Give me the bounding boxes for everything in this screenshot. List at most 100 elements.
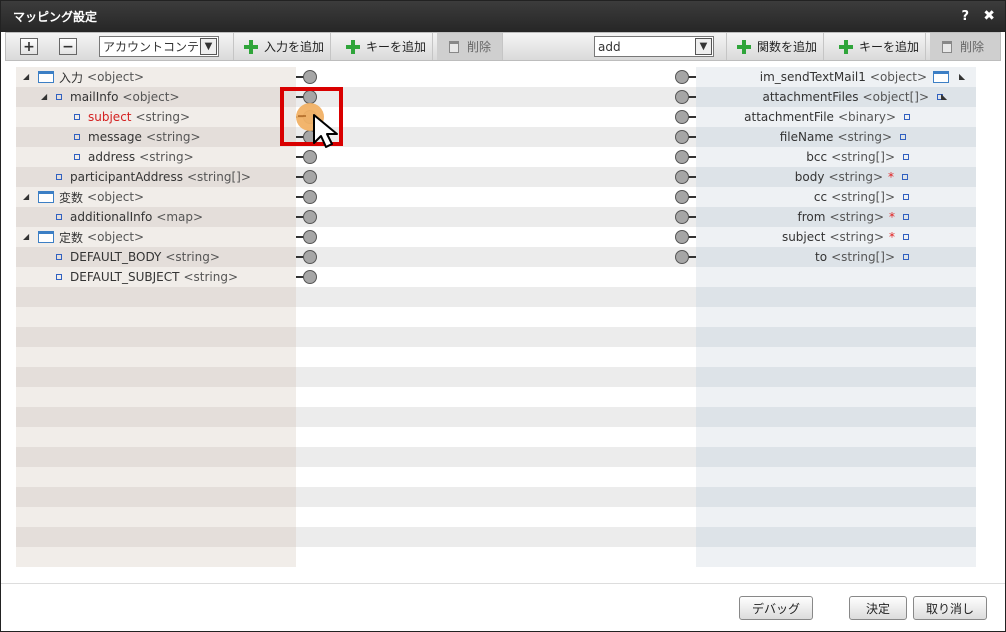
tree-node[interactable]: subject <string> * [782, 227, 909, 247]
tree-node[interactable]: DEFAULT_SUBJECT <string> [56, 267, 238, 287]
add-input-button[interactable]: 入力を追加 [233, 33, 332, 60]
tree-row: ◢ mailInfo <object> [16, 87, 296, 107]
expand-all-button[interactable]: + [20, 38, 38, 55]
mapping-row [296, 347, 696, 367]
mapping-row [296, 267, 696, 287]
input-tree-panel: ◢ 入力 <object> ◢ mailInfo <object> subject <stri… [16, 67, 296, 567]
tree-row: from <string> * [696, 207, 976, 227]
source-connector[interactable] [296, 229, 318, 245]
target-connector[interactable] [674, 109, 696, 125]
plus-icon [839, 39, 853, 54]
tree-node[interactable]: bcc <string[]> [806, 147, 909, 167]
tree-row: participantAddress <string[]> [16, 167, 296, 187]
tree-node[interactable]: DEFAULT_BODY <string> [56, 247, 220, 267]
target-connector[interactable] [674, 129, 696, 145]
folder-icon [38, 191, 54, 203]
source-connector[interactable] [296, 249, 318, 265]
expand-toggle-icon[interactable]: ◣ [941, 92, 947, 101]
expand-toggle-icon[interactable]: ◢ [23, 72, 29, 81]
target-connector[interactable] [674, 89, 696, 105]
tree-node[interactable]: im_sendTextMail1 <object> [760, 67, 949, 87]
tree-row [16, 447, 296, 467]
cancel-button[interactable]: 取り消し [913, 596, 987, 620]
tree-row [16, 307, 296, 327]
tree-node[interactable]: 変数 <object> [38, 187, 144, 207]
mapping-row [296, 447, 696, 467]
tree-node[interactable]: from <string> * [798, 207, 909, 227]
source-connector[interactable] [296, 209, 318, 225]
target-connector[interactable] [674, 229, 696, 245]
target-connector[interactable] [674, 169, 696, 185]
leaf-icon [903, 194, 909, 200]
mapping-row [296, 87, 696, 107]
add-function-label: 関数を追加 [757, 40, 818, 54]
tree-row: message <string> [16, 127, 296, 147]
expand-toggle-icon[interactable]: ◢ [23, 192, 29, 201]
tree-node[interactable]: to <string[]> [815, 247, 909, 267]
target-connector[interactable] [674, 149, 696, 165]
node-name: DEFAULT_SUBJECT [70, 270, 180, 284]
source-connector[interactable] [296, 189, 318, 205]
expand-toggle-icon[interactable]: ◢ [41, 92, 47, 101]
mapping-row [296, 107, 696, 127]
node-type: <string[]> [186, 170, 251, 184]
function-select[interactable]: add ▼ [594, 36, 714, 57]
debug-button[interactable]: デバッグ [739, 596, 813, 620]
tree-node[interactable]: additionalInfo <map> [56, 207, 203, 227]
target-connector[interactable] [674, 249, 696, 265]
target-connector[interactable] [674, 209, 696, 225]
tree-node[interactable]: mailInfo <object> [56, 87, 180, 107]
tree-row [16, 547, 296, 567]
tree-node[interactable]: address <string> [74, 147, 194, 167]
delete-left-button[interactable]: 削除 [437, 33, 503, 60]
add-key-left-button[interactable]: キーを追加 [336, 33, 434, 60]
tree-node[interactable]: participantAddress <string[]> [56, 167, 251, 187]
source-connector[interactable] [296, 169, 318, 185]
node-name: 定数 [59, 230, 84, 245]
add-function-button[interactable]: 関数を追加 [726, 33, 825, 60]
mapping-row [296, 247, 696, 267]
target-connector[interactable] [674, 189, 696, 205]
tree-node[interactable]: 定数 <object> [38, 227, 144, 247]
source-connector[interactable] [296, 269, 318, 285]
tree-row: im_sendTextMail1 <object> ◣ [696, 67, 976, 87]
tree-node[interactable]: message <string> [74, 127, 201, 147]
tree-node[interactable]: attachmentFiles <object[]> [763, 87, 943, 107]
node-name: fileName [779, 130, 834, 144]
tree-node[interactable]: fileName <string> [780, 127, 906, 147]
node-type: <object> [869, 70, 927, 84]
source-connector[interactable] [296, 69, 318, 85]
delete-right-button[interactable]: 削除 [930, 33, 1000, 60]
tree-row [696, 427, 976, 447]
close-icon[interactable]: ✖ [983, 8, 995, 24]
mapping-row [296, 67, 696, 87]
node-type: <string> [829, 230, 884, 244]
node-type: <string> [183, 270, 239, 284]
add-key-right-label: キーを追加 [859, 40, 920, 54]
leaf-icon [902, 174, 908, 180]
trash-icon [449, 40, 459, 53]
node-type: <object> [87, 70, 145, 84]
node-type: <object> [122, 90, 180, 104]
node-type: <object> [87, 190, 145, 204]
input-type-select[interactable]: アカウントコンテ ▼ [99, 36, 219, 57]
collapse-all-button[interactable]: − [59, 38, 77, 55]
tree-node[interactable]: subject <string> [74, 107, 190, 127]
expand-toggle-icon[interactable]: ◢ [23, 232, 29, 241]
add-key-right-button[interactable]: キーを追加 [829, 33, 927, 60]
tree-row: address <string> [16, 147, 296, 167]
mapping-canvas[interactable] [296, 67, 696, 567]
expand-toggle-icon[interactable]: ◣ [959, 72, 965, 81]
tree-node[interactable]: cc <string[]> [814, 187, 909, 207]
help-icon[interactable]: ? [961, 9, 969, 24]
tree-node[interactable]: body <string> * [795, 167, 908, 187]
node-type: <string> [828, 170, 883, 184]
tree-node[interactable]: 入力 <object> [38, 67, 144, 87]
leaf-icon [904, 114, 910, 120]
tree-row [696, 287, 976, 307]
leaf-icon [56, 94, 62, 100]
target-connector[interactable] [674, 69, 696, 85]
tree-node[interactable]: attachmentFile <binary> [744, 107, 910, 127]
tree-row [16, 487, 296, 507]
ok-button[interactable]: 決定 [849, 596, 907, 620]
